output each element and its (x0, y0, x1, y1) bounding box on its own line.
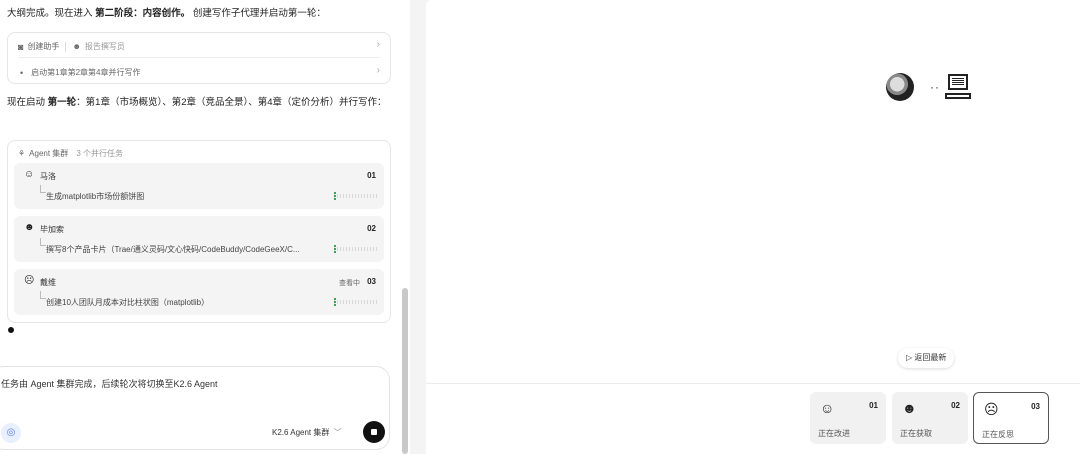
chevron-right-icon[interactable]: › (377, 39, 380, 50)
robot-icon: ◙ (18, 41, 24, 52)
globe-icon (886, 73, 914, 101)
stop-button[interactable] (363, 421, 385, 443)
agent-progress (334, 192, 378, 200)
chevron-down-icon: ﹀ (333, 428, 342, 437)
agent-tab-number: 03 (1031, 402, 1040, 411)
agent-task: 撰写8个产品卡片（Trae/通义灵码/文心快码/CodeBuddy/CodeGe… (46, 245, 300, 254)
agent-item-picasso[interactable]: ☻ 毕加索 02 撰写8个产品卡片（Trae/通义灵码/文心快码/CodeBud… (14, 216, 384, 262)
agent-tab-status: 正在改进 (818, 429, 850, 438)
agent-task: 创建10人团队月成本对比柱状图（matplotlib） (46, 298, 210, 307)
cluster-icon: ⚘ (18, 149, 26, 158)
agent-tab-01[interactable]: ☺ 01 正在改进 (810, 392, 886, 444)
create-helper-label: 创建助手 (27, 42, 60, 51)
helper-card[interactable]: ◙ 创建助手 ☻ 报告撰写员 › • 启动第1章第2章第4章并行写作 › (7, 32, 391, 84)
agent-avatar-icon: ☻ (902, 400, 917, 416)
chat-panel: 大纲完成。现在进入 第二阶段：内容创作。 创建写作子代理并启动第一轮： ◙ 创建… (0, 0, 410, 454)
attach-icon[interactable]: ◎ (1, 423, 21, 443)
agent-tab-status: 正在获取 (900, 429, 932, 438)
agent-tab-number: 02 (951, 401, 960, 410)
agent-tab-03[interactable]: ☹ 03 正在反思 (973, 392, 1049, 444)
agent-tab-number: 01 (869, 401, 878, 410)
agent-avatar-icon: ☺ (24, 169, 35, 180)
canvas-panel (426, 0, 1080, 454)
model-selector[interactable]: K2.6 Agent 集群 ﹀ (272, 427, 342, 438)
agent-item-davy[interactable]: ☹ 戴维 查看中 03 创建10人团队月成本对比柱状图（matplotlib） (14, 269, 384, 315)
bullet-icon: • (20, 67, 24, 78)
ellipsis-icon: ·· (930, 80, 940, 94)
agent-progress (334, 298, 378, 306)
agent-name: 戴维 (40, 278, 56, 287)
outline-done-message: 大纲完成。现在进入 第二阶段：内容创作。 创建写作子代理并启动第一轮： (7, 8, 326, 19)
cluster-title: Agent 集群 (29, 149, 69, 158)
agent-number: 03 (367, 277, 376, 286)
round-message: 现在启动 第一轮：第1章（市场概览）、第2章（竞品全景）、第4章（定价分析）并行… (7, 97, 387, 108)
cluster-subtitle: 3 个并行任务 (76, 149, 123, 158)
footer-divider (426, 383, 1080, 384)
agent-avatar-icon: ☹ (24, 275, 35, 286)
computer-icon (945, 74, 971, 100)
agent-avatar-icon: ☹ (984, 401, 999, 417)
agent-progress (334, 245, 378, 253)
writer-avatar-icon: ☻ (72, 42, 81, 51)
agent-number: 01 (367, 171, 376, 180)
chat-input-text[interactable]: 任务由 Agent 集群完成，后续轮次将切换至K2.6 Agent (1, 377, 218, 390)
agent-avatar-icon: ☻ (24, 222, 35, 233)
agent-name: 毕加索 (40, 225, 64, 234)
agent-tab-02[interactable]: ☻ 02 正在获取 (892, 392, 968, 444)
agent-item-malo[interactable]: ☺ 马洛 01 生成matplotlib市场份额饼图 (14, 163, 384, 209)
back-to-latest-button[interactable]: ▷ 返回最新 (898, 348, 955, 368)
agent-tab-status: 正在反思 (982, 430, 1014, 439)
agent-status: 查看中 (339, 280, 360, 287)
agent-name: 马洛 (40, 172, 56, 181)
typing-indicator (8, 327, 14, 333)
agent-number: 02 (367, 224, 376, 233)
writer-label: 报告撰写员 (84, 42, 125, 51)
task-label: 启动第1章第2章第4章并行写作 (31, 68, 141, 77)
chat-scrollbar[interactable] (402, 288, 408, 454)
agent-cluster-card: ⚘ Agent 集群 3 个并行任务 ☺ 马洛 01 生成matplotlib市… (7, 140, 391, 323)
chevron-right-icon[interactable]: › (377, 65, 380, 76)
agent-task: 生成matplotlib市场份额饼图 (46, 192, 145, 201)
chat-input-box[interactable]: 任务由 Agent 集群完成，后续轮次将切换至K2.6 Agent ◎ K2.6… (0, 366, 390, 450)
panel-divider[interactable] (410, 0, 426, 454)
agent-avatar-icon: ☺ (820, 400, 835, 416)
